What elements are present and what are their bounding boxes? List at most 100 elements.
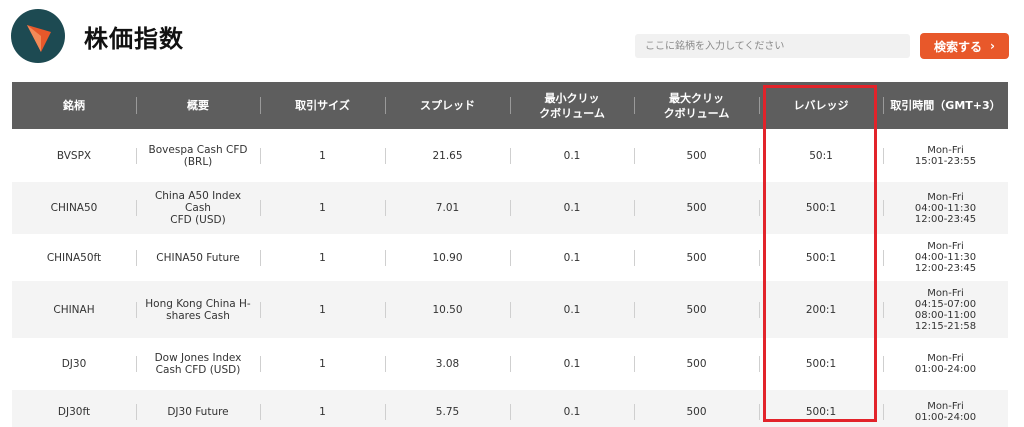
cell-line: China A50 Index Cash — [154, 190, 242, 214]
cell-spread: 7.01 — [385, 182, 510, 234]
column-header-trading-hours: 取引時間（GMT+3） — [883, 82, 1008, 129]
arrow-logo-icon — [27, 25, 51, 52]
cell-line: 08:00-11:00 — [914, 309, 977, 321]
search-button[interactable]: 検索する › — [920, 33, 1009, 59]
cell-min-volume: 0.1 — [510, 182, 634, 234]
cell-trading-hours: Mon-Fri 01:00-24:00 — [883, 390, 1008, 427]
table-row[interactable]: CHINA50 China A50 Index Cash CFD (USD) 1 7.0… — [12, 182, 1008, 234]
cell-description: China A50 Index Cash CFD (USD) — [136, 182, 260, 234]
cell-leverage: 500:1 — [759, 338, 883, 390]
table-row[interactable]: CHINAH Hong Kong China H-shares Cash 1 10.5… — [12, 281, 1008, 338]
column-header-min-volume: 最小クリッ クボリューム — [510, 82, 634, 129]
table-header-row: 銘柄 概要 取引サイズ スプレッド 最小クリッ クボリューム 最大クリッ クボリューム レバレッ… — [12, 82, 1008, 129]
cell-line: 01:00-24:00 — [914, 412, 977, 423]
cell-line: Dow Jones Index — [154, 352, 242, 364]
cell-min-volume: 0.1 — [510, 129, 634, 182]
cell-trading-hours: Mon-Fri 04:00-11:30 12:00-23:45 — [883, 234, 1008, 281]
cell-leverage: 200:1 — [759, 281, 883, 338]
cell-line: 12:15-21:58 — [914, 320, 977, 332]
cell-trade-size: 1 — [260, 281, 385, 338]
cell-spread: 5.75 — [385, 390, 510, 427]
column-header-line: 最大クリッ — [669, 91, 724, 105]
cell-min-volume: 0.1 — [510, 234, 634, 281]
cell-trade-size: 1 — [260, 390, 385, 427]
column-header-line: クボリューム — [663, 106, 730, 120]
cell-symbol: DJ30ft — [57, 406, 91, 418]
column-header-line: 概要 — [187, 99, 209, 112]
cell-description: Bovespa Cash CFD (BRL) — [136, 129, 260, 182]
cell-spread: 10.90 — [385, 234, 510, 281]
page-title: 株価指数 — [84, 25, 184, 53]
cell-symbol: CHINA50ft — [46, 251, 102, 264]
cell-description: CHINA50 Future — [136, 234, 260, 281]
table-row[interactable]: CHINA50ft CHINA50 Future 1 10.90 0.1 500 500:1… — [12, 234, 1008, 281]
column-header-trade-size: 取引サイズ — [260, 82, 385, 129]
cell-max-volume: 500 — [634, 182, 759, 234]
brand-logo[interactable] — [11, 9, 65, 63]
cell-line: shares Cash — [166, 309, 230, 322]
column-header-description: 概要 — [136, 82, 260, 129]
cell-line: 01:00-24:00 — [914, 364, 977, 375]
cell-line: Mon-Fri — [927, 144, 964, 156]
column-header-line: クボリューム — [539, 106, 605, 120]
cell-trade-size: 1 — [260, 182, 385, 234]
cell-trading-hours: Mon-Fri 04:15-07:00 08:00-11:00 12:15-21:58 — [883, 281, 1008, 338]
cell-min-volume: 0.1 — [510, 281, 634, 338]
cell-line: DJ30 Future — [167, 406, 229, 418]
cell-trading-hours: Mon-Fri 01:00-24:00 — [883, 338, 1008, 390]
cell-symbol: CHINA50 — [50, 202, 98, 214]
cell-line: Mon-Fri — [927, 287, 964, 299]
cell-leverage: 500:1 — [759, 234, 883, 281]
table-row[interactable]: BVSPX Bovespa Cash CFD (BRL) 1 21.65 0.1 500 50… — [12, 129, 1008, 182]
cell-trade-size: 1 — [260, 129, 385, 182]
cell-description: Dow Jones Index Cash CFD (USD) — [136, 338, 260, 390]
cell-line: Cash CFD (USD) — [155, 364, 241, 376]
column-header-line: 銘柄 — [63, 99, 85, 112]
cell-max-volume: 500 — [634, 281, 759, 338]
index-table: 銘柄 概要 取引サイズ スプレッド 最小クリッ クボリューム 最大クリッ クボリューム レバレッ… — [12, 82, 1008, 427]
column-header-spread: スプレッド — [385, 82, 510, 129]
cell-min-volume: 0.1 — [510, 338, 634, 390]
cell-line: Mon-Fri — [927, 401, 964, 412]
cell-line: Mon-Fri — [927, 191, 964, 203]
search-input[interactable] — [635, 34, 910, 58]
cell-max-volume: 500 — [634, 338, 759, 390]
cell-symbol: DJ30 — [61, 358, 87, 370]
cell-line: CHINA50 Future — [156, 251, 240, 264]
column-header-line: 最小クリッ — [544, 91, 600, 105]
table-row[interactable]: DJ30 Dow Jones Index Cash CFD (USD) 1 3.08 0.… — [12, 338, 1008, 390]
cell-trade-size: 1 — [260, 234, 385, 281]
cell-line: 04:00-11:30 — [914, 252, 977, 263]
cell-trading-hours: Mon-Fri 15:01-23:55 — [883, 129, 1008, 182]
cell-trade-size: 1 — [260, 338, 385, 390]
cell-line: 15:01-23:55 — [914, 155, 977, 167]
column-header-symbol: 銘柄 — [12, 82, 136, 129]
cell-spread: 3.08 — [385, 338, 510, 390]
cell-line: Mon-Fri — [927, 353, 964, 364]
search-button-label: 検索する — [934, 39, 983, 54]
cell-line: Mon-Fri — [927, 241, 964, 252]
cell-line: 12:00-23:45 — [914, 263, 977, 274]
cell-line: (BRL) — [183, 155, 213, 168]
cell-line: 12:00-23:45 — [914, 213, 977, 225]
column-header-line: 取引時間（GMT+3） — [890, 99, 1001, 112]
cell-description: DJ30 Future — [136, 390, 260, 427]
column-header-leverage: レバレッジ — [759, 82, 883, 129]
cell-description: Hong Kong China H-shares Cash — [136, 281, 260, 338]
cell-max-volume: 500 — [634, 129, 759, 182]
cell-line: CFD (USD) — [170, 214, 226, 226]
cell-min-volume: 0.1 — [510, 390, 634, 427]
cell-max-volume: 500 — [634, 234, 759, 281]
cell-line: 04:00-11:30 — [914, 202, 977, 214]
column-header-max-volume: 最大クリッ クボリューム — [634, 82, 759, 129]
chevron-right-icon: › — [990, 39, 995, 53]
column-header-line: レバレッジ — [793, 99, 849, 112]
cell-leverage: 500:1 — [759, 182, 883, 234]
cell-spread: 21.65 — [385, 129, 510, 182]
cell-leverage: 500:1 — [759, 390, 883, 427]
cell-spread: 10.50 — [385, 281, 510, 338]
table-row[interactable]: DJ30ft DJ30 Future 1 5.75 0.1 500 500:1 Mon-Fri… — [12, 390, 1008, 427]
cell-leverage: 50:1 — [759, 129, 883, 182]
cell-symbol: BVSPX — [56, 149, 92, 162]
column-header-line: 取引サイズ — [295, 99, 350, 112]
